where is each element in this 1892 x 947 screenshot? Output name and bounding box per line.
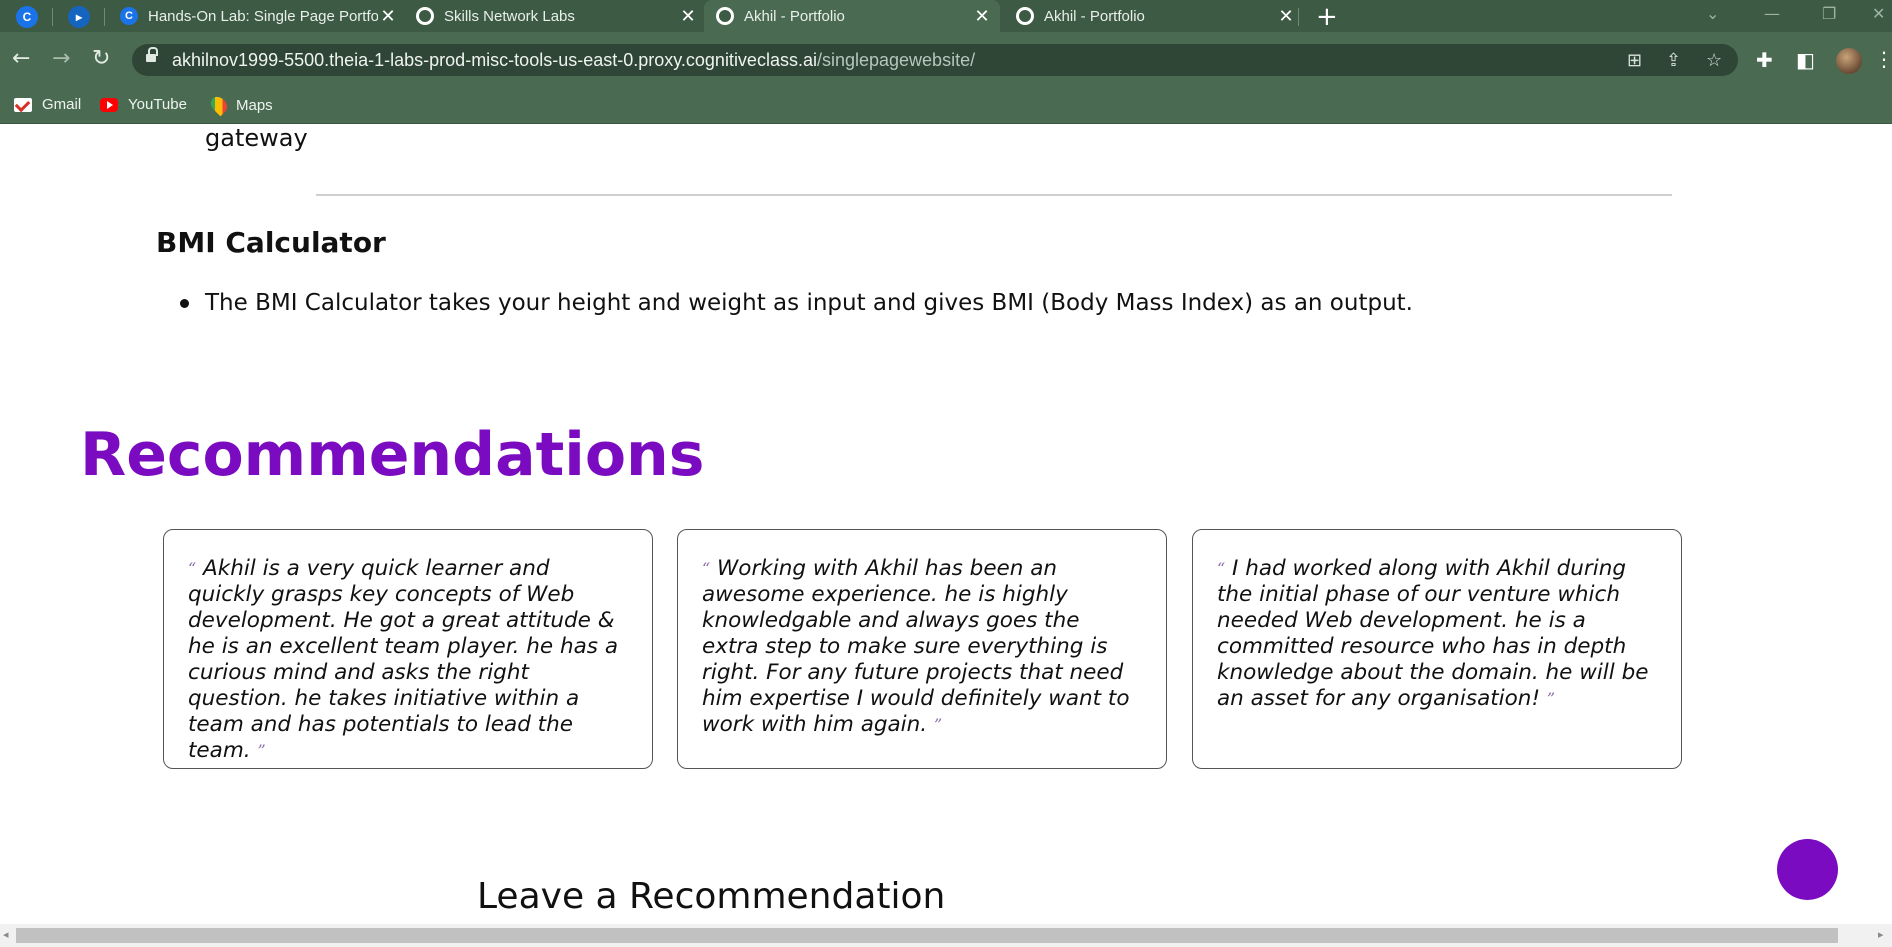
tab-title: Skills Network Labs bbox=[444, 7, 575, 25]
bookmark-maps[interactable]: Maps bbox=[207, 93, 273, 117]
profile-avatar[interactable] bbox=[1836, 48, 1862, 74]
recommendation-body: Working with Akhil has been an awesome e… bbox=[702, 556, 1130, 737]
maps-pin-icon bbox=[207, 93, 231, 117]
bookmark-gmail[interactable]: Gmail bbox=[14, 96, 81, 113]
project-description: The BMI Calculator takes your height and… bbox=[205, 290, 1413, 316]
lock-icon[interactable] bbox=[146, 47, 158, 65]
horizontal-scrollbar[interactable]: ◂ ▸ bbox=[0, 924, 1892, 947]
tab-title: Hands-On Lab: Single Page Portfolio bbox=[148, 7, 378, 25]
tab-akhil-portfolio-active[interactable]: Akhil - Portfolio ✕ bbox=[704, 0, 1000, 32]
browser-menu-icon[interactable]: ⋮ bbox=[1874, 48, 1892, 70]
tab-search-chevron-icon[interactable]: ⌄ bbox=[1706, 4, 1719, 23]
bookmark-youtube[interactable]: YouTube bbox=[100, 96, 187, 113]
bookmark-star-icon[interactable]: ☆ bbox=[1706, 50, 1722, 71]
recommendation-text: “ Akhil is a very quick learner and quic… bbox=[188, 556, 628, 764]
close-quote-icon: ” bbox=[1546, 689, 1556, 708]
close-tab-icon[interactable]: ✕ bbox=[972, 6, 992, 27]
globe-favicon-icon bbox=[716, 7, 734, 25]
bullet-icon bbox=[180, 298, 189, 308]
open-quote-icon: “ bbox=[702, 559, 711, 578]
tab-strip: C ▸ C Hands-On Lab: Single Page Portfoli… bbox=[0, 0, 1892, 32]
close-quote-icon: ” bbox=[933, 715, 943, 734]
recommendations-heading: Recommendations bbox=[80, 420, 705, 490]
tab-skills-network-labs[interactable]: Skills Network Labs ✕ bbox=[412, 0, 698, 32]
open-quote-icon: “ bbox=[1217, 559, 1226, 578]
tab-separator bbox=[52, 8, 53, 26]
close-quote-icon: ” bbox=[257, 741, 266, 760]
page-viewport: gateway BMI Calculator The BMI Calculato… bbox=[0, 124, 1892, 924]
recommendation-text: “ Working with Akhil has been an awesome… bbox=[702, 556, 1142, 738]
section-divider bbox=[316, 194, 1672, 196]
recommendation-text: “ I had worked along with Akhil during t… bbox=[1217, 556, 1657, 712]
close-tab-icon[interactable]: ✕ bbox=[1276, 6, 1296, 27]
recommendation-card: “ Working with Akhil has been an awesome… bbox=[677, 529, 1167, 769]
tab-hands-on-lab[interactable]: C Hands-On Lab: Single Page Portfolio ✕ bbox=[118, 0, 398, 32]
close-tab-icon[interactable]: ✕ bbox=[678, 6, 698, 27]
scroll-left-arrow-icon[interactable]: ◂ bbox=[3, 928, 9, 941]
address-bar-url[interactable]: akhilnov1999-5500.theia-1-labs-prod-misc… bbox=[172, 50, 975, 71]
gmail-icon bbox=[14, 97, 32, 112]
recommendation-card: “ I had worked along with Akhil during t… bbox=[1192, 529, 1682, 769]
restore-window-icon[interactable]: ❐ bbox=[1822, 4, 1836, 23]
recommendation-body: Akhil is a very quick learner and quickl… bbox=[188, 556, 618, 763]
close-window-icon[interactable]: ✕ bbox=[1872, 4, 1885, 23]
scroll-right-arrow-icon[interactable]: ▸ bbox=[1878, 928, 1884, 941]
tab-separator bbox=[1298, 8, 1299, 26]
close-tab-icon[interactable]: ✕ bbox=[378, 6, 398, 27]
project-description-item: The BMI Calculator takes your height and… bbox=[180, 290, 1413, 316]
youtube-icon bbox=[100, 97, 118, 112]
share-icon[interactable]: ⇪ bbox=[1666, 50, 1681, 71]
scroll-to-top-button[interactable] bbox=[1777, 839, 1838, 900]
side-panel-icon[interactable]: ◧ bbox=[1796, 48, 1815, 72]
url-path: /singlepagewebsite/ bbox=[816, 50, 976, 70]
forward-arrow-icon[interactable]: → bbox=[52, 46, 70, 72]
project-title: BMI Calculator bbox=[156, 226, 386, 259]
reload-icon[interactable]: ↻ bbox=[92, 46, 110, 72]
tab-title: Akhil - Portfolio bbox=[1044, 7, 1145, 25]
bookmark-label: Maps bbox=[236, 96, 273, 114]
globe-favicon-icon bbox=[1016, 7, 1034, 25]
extensions-puzzle-icon[interactable]: ✚ bbox=[1756, 48, 1773, 72]
pinned-tab-coursera-icon[interactable]: C bbox=[16, 6, 38, 28]
bookmarks-bar: Gmail YouTube Maps bbox=[0, 88, 1892, 124]
new-tab-plus-icon[interactable]: + bbox=[1316, 2, 1338, 32]
bookmark-label: YouTube bbox=[128, 96, 187, 113]
recommendation-card: “ Akhil is a very quick learner and quic… bbox=[163, 529, 653, 769]
coursera-favicon-icon: C bbox=[120, 7, 138, 25]
bookmark-label: Gmail bbox=[42, 96, 82, 113]
tab-separator bbox=[104, 8, 105, 26]
scrollbar-thumb[interactable] bbox=[16, 928, 1838, 943]
back-arrow-icon[interactable]: ← bbox=[12, 46, 30, 72]
previous-project-text: gateway bbox=[205, 124, 308, 152]
globe-favicon-icon bbox=[416, 7, 434, 25]
recommendation-body: I had worked along with Akhil during the… bbox=[1217, 556, 1649, 711]
leave-recommendation-heading: Leave a Recommendation bbox=[477, 876, 946, 917]
open-quote-icon: “ bbox=[188, 559, 197, 578]
minimize-window-icon[interactable]: — bbox=[1764, 4, 1780, 23]
tab-title: Akhil - Portfolio bbox=[744, 7, 845, 25]
url-host: akhilnov1999-5500.theia-1-labs-prod-misc… bbox=[172, 50, 817, 70]
tab-akhil-portfolio[interactable]: Akhil - Portfolio ✕ bbox=[1006, 0, 1296, 32]
translate-icon[interactable]: ⊞ bbox=[1627, 50, 1642, 71]
pinned-tab-play-icon[interactable]: ▸ bbox=[68, 6, 90, 28]
